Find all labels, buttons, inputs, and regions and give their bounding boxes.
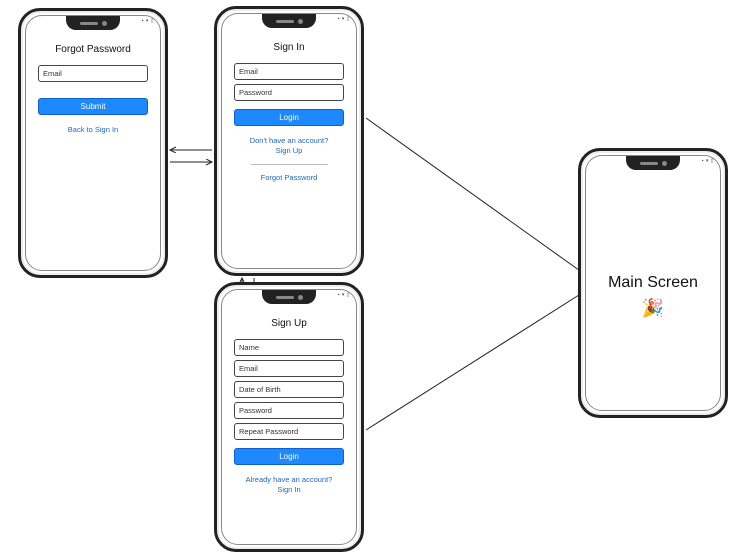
email-field[interactable]: Email [38, 65, 148, 82]
signin-link[interactable]: Already have an account? Sign In [246, 475, 333, 495]
main-title: Main Screen [608, 274, 698, 292]
forgot-password-link[interactable]: Forgot Password [261, 173, 318, 183]
party-emoji-icon: 🎉 [642, 298, 664, 319]
screen-title: Sign Up [271, 318, 307, 329]
phone-sign-up: ▪ ▾ ▯ Sign Up Name Email Date of Birth P… [214, 282, 364, 552]
submit-button[interactable]: Submit [38, 98, 148, 115]
email-field[interactable]: Email [234, 63, 344, 80]
email-field[interactable]: Email [234, 360, 344, 377]
status-bar: ▪ ▾ ▯ [702, 158, 714, 164]
login-button[interactable]: Login [234, 448, 344, 465]
phone-notch [262, 14, 316, 28]
status-bar: ▪ ▾ ▯ [142, 18, 154, 24]
screen-title: Sign In [273, 42, 304, 53]
password-field[interactable]: Password [234, 84, 344, 101]
password-field[interactable]: Password [234, 402, 344, 419]
name-field[interactable]: Name [234, 339, 344, 356]
dob-field[interactable]: Date of Birth [234, 381, 344, 398]
phone-sign-in: ▪ ▾ ▯ Sign In Email Password Login Don't… [214, 6, 364, 276]
screen-title: Forgot Password [55, 44, 131, 55]
login-button[interactable]: Login [234, 109, 344, 126]
phone-forgot-password: ▪ ▾ ▯ Forgot Password Email Submit Back … [18, 8, 168, 278]
phone-notch [626, 156, 680, 170]
divider [251, 164, 328, 165]
status-bar: ▪ ▾ ▯ [338, 16, 350, 22]
phone-main-screen: ▪ ▾ ▯ Main Screen 🎉 [578, 148, 728, 418]
phone-notch [66, 16, 120, 30]
repeat-password-field[interactable]: Repeat Password [234, 423, 344, 440]
signup-link[interactable]: Don't have an account? Sign Up [250, 136, 329, 156]
phone-notch [262, 290, 316, 304]
back-to-signin-link[interactable]: Back to Sign In [68, 125, 118, 135]
status-bar: ▪ ▾ ▯ [338, 292, 350, 298]
